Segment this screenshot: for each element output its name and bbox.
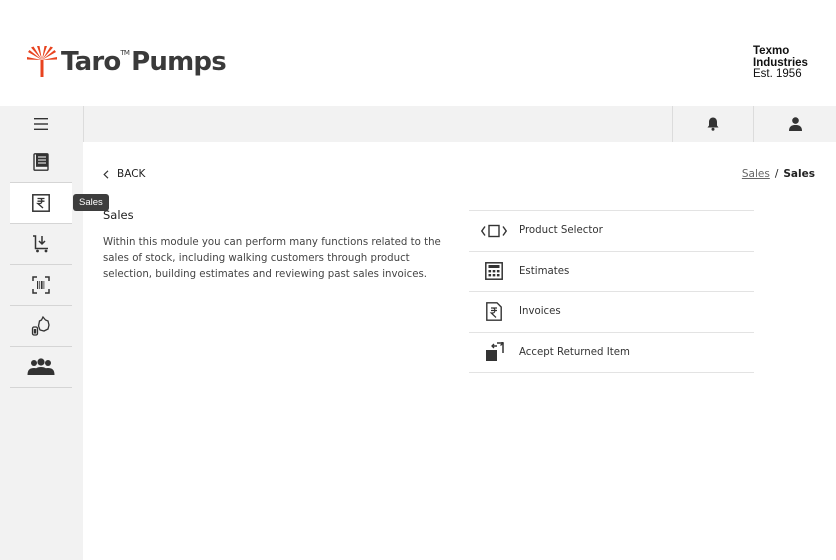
toolbar-divider: [753, 106, 754, 142]
return-icon: [486, 342, 504, 362]
back-label: BACK: [117, 168, 146, 180]
hamburger-icon: [34, 118, 48, 130]
calculator-icon: [485, 262, 503, 281]
menu-item-invoices[interactable]: Invoices: [469, 292, 754, 333]
book-icon: [33, 153, 49, 171]
page-description: Within this module you can perform many …: [103, 237, 441, 280]
sidebar-item-scan[interactable]: [10, 265, 72, 306]
bell-icon: [707, 117, 719, 131]
user-profile-button[interactable]: [782, 114, 808, 134]
toolbar-divider: [672, 106, 673, 142]
menu-item-label: Product Selector: [519, 225, 603, 237]
sidebar: [0, 142, 83, 560]
user-icon: [788, 117, 802, 131]
menu-item-product-selector[interactable]: Product Selector: [469, 211, 754, 252]
sales-menu-list: Product Selector Estimates Invoices Acce…: [469, 210, 754, 373]
logo-wordmark: TaroTMPumps: [61, 47, 227, 77]
barcode-scan-icon: [32, 276, 50, 294]
toolbar-divider: [83, 106, 84, 142]
customers-icon: [27, 358, 55, 375]
sidebar-item-catalog[interactable]: [10, 142, 72, 183]
menu-toggle-button[interactable]: [10, 106, 72, 142]
company-established: Est. 1956: [753, 68, 802, 80]
notifications-button[interactable]: [700, 114, 726, 134]
sidebar-item-customers[interactable]: [10, 347, 72, 388]
menu-item-label: Estimates: [519, 265, 570, 277]
breadcrumb-link-sales[interactable]: Sales: [742, 168, 770, 180]
app-header: TaroTMPumps Texmo Industries Est. 1956: [0, 0, 836, 106]
logo-trademark: TM: [120, 49, 130, 57]
taro-pumps-logo[interactable]: TaroTMPumps: [26, 46, 227, 78]
company-line-1: Texmo: [753, 45, 790, 57]
top-toolbar: [0, 106, 836, 142]
breadcrumb: Sales / Sales: [742, 168, 815, 180]
rupee-icon: [32, 194, 50, 212]
sidebar-item-sales[interactable]: [10, 183, 72, 224]
breadcrumb-separator: /: [774, 168, 779, 180]
menu-item-accept-returned-item[interactable]: Accept Returned Item: [469, 333, 754, 373]
sidebar-item-products[interactable]: [10, 306, 72, 347]
company-logo: Texmo Industries Est. 1956: [753, 45, 808, 81]
menu-item-label: Accept Returned Item: [519, 346, 630, 358]
chevron-left-icon: [103, 169, 109, 179]
cart-download-icon: [33, 235, 48, 253]
invoice-icon: [486, 302, 502, 322]
menu-item-label: Invoices: [519, 306, 561, 318]
menu-item-estimates[interactable]: Estimates: [469, 252, 754, 292]
breadcrumb-current: Sales: [783, 168, 815, 180]
back-button[interactable]: BACK: [103, 168, 145, 180]
fan-logo-icon: [27, 46, 57, 77]
sidebar-item-stock-in[interactable]: [10, 224, 72, 265]
sidebar-tooltip: Sales: [73, 194, 109, 211]
product-selector-icon: [481, 224, 507, 237]
pump-icon: [31, 316, 50, 336]
